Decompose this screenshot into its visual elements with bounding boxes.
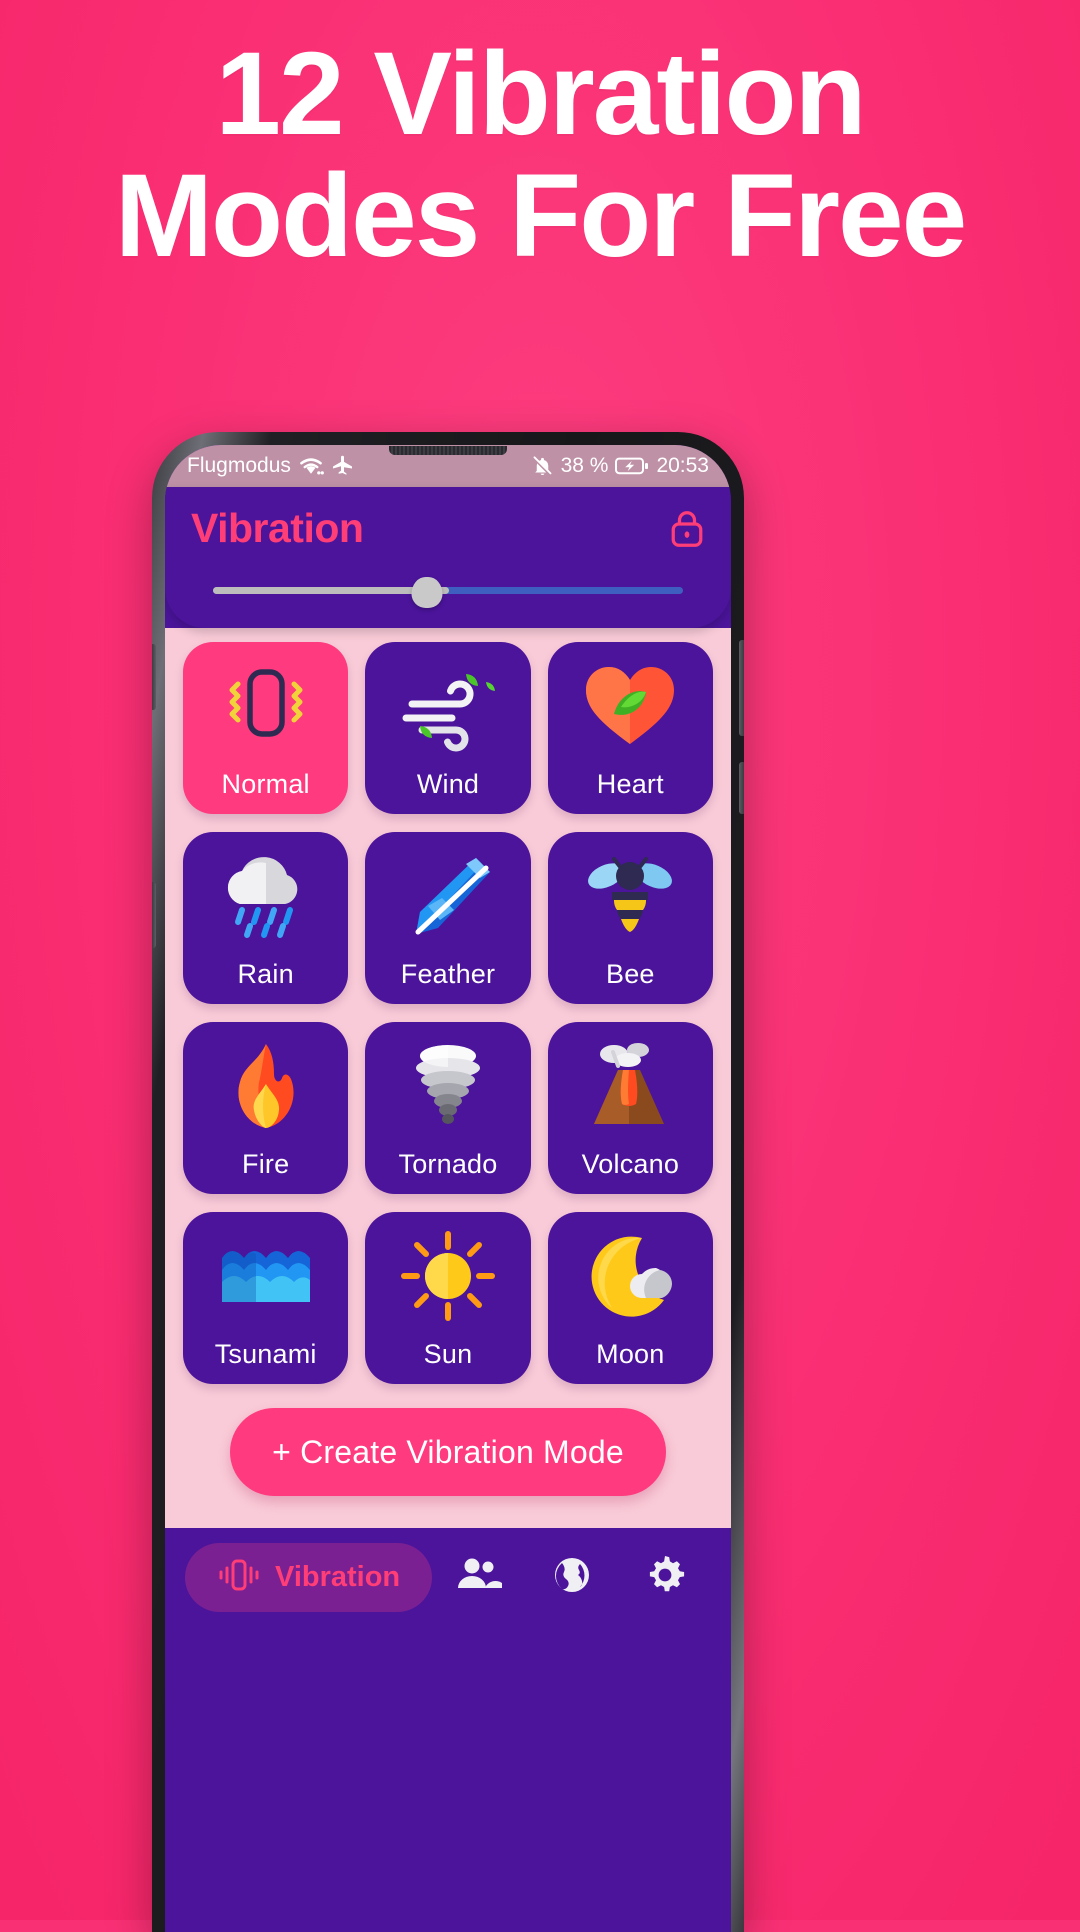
bee-icon xyxy=(548,832,713,959)
battery-charging-icon xyxy=(615,456,649,476)
feather-icon xyxy=(365,832,530,959)
mode-label: Tsunami xyxy=(214,1339,317,1369)
mode-card-fire[interactable]: Fire xyxy=(183,1022,349,1194)
vibration-icon xyxy=(217,1556,261,1599)
earpiece-speaker xyxy=(389,446,507,455)
wind-icon xyxy=(365,642,530,769)
mode-label: Bee xyxy=(605,959,655,989)
nav-item-settings[interactable] xyxy=(620,1545,710,1609)
nav-item-globe[interactable] xyxy=(527,1545,617,1609)
lock-icon[interactable] xyxy=(669,509,705,549)
phone-left-button-bottom xyxy=(152,882,156,948)
battery-percent-label: 38 % xyxy=(560,454,609,477)
tsunami-icon xyxy=(183,1212,348,1339)
phone-volume-button xyxy=(739,640,744,736)
fire-icon xyxy=(183,1022,348,1149)
mode-label: Wind xyxy=(416,769,480,799)
mode-card-bee[interactable]: Bee xyxy=(547,832,713,1004)
mode-label: Sun xyxy=(423,1339,473,1369)
gear-icon xyxy=(643,1553,687,1602)
mode-label: Feather xyxy=(400,959,496,989)
app-header: Vibration xyxy=(165,487,731,628)
phone-vibrate-icon xyxy=(183,642,348,769)
rain-cloud-icon xyxy=(183,832,348,959)
volcano-icon xyxy=(548,1022,713,1149)
tornado-icon xyxy=(365,1022,530,1149)
slider-thumb[interactable] xyxy=(411,577,443,608)
mode-card-tsunami[interactable]: Tsunami xyxy=(183,1212,349,1384)
phone-power-button xyxy=(739,762,744,814)
app-title: Vibration xyxy=(191,505,364,551)
heart-leaf-icon xyxy=(548,642,713,769)
mode-label: Tornado xyxy=(398,1149,498,1179)
intensity-slider[interactable] xyxy=(191,577,705,608)
nav-item-people[interactable] xyxy=(434,1545,524,1609)
mode-card-heart[interactable]: Heart xyxy=(547,642,713,814)
bell-off-icon xyxy=(531,455,554,478)
globe-icon xyxy=(550,1553,594,1602)
mode-card-rain[interactable]: Rain xyxy=(183,832,349,1004)
mode-card-moon[interactable]: Moon xyxy=(547,1212,713,1384)
mode-card-feather[interactable]: Feather xyxy=(365,832,531,1004)
nav-item-label: Vibration xyxy=(275,1560,401,1593)
mode-list: Normal Wind Heart Rain Feather Bee Fire … xyxy=(165,628,731,1528)
mode-label: Rain xyxy=(237,959,294,989)
moon-icon xyxy=(548,1212,713,1339)
mode-card-tornado[interactable]: Tornado xyxy=(365,1022,531,1194)
mode-label: Heart xyxy=(596,769,664,799)
mode-label: Moon xyxy=(596,1339,665,1369)
phone-left-button-top xyxy=(152,644,156,710)
phone-screen: Flugmodus 38 % 20:53 Vibration Normal Wi… xyxy=(165,445,731,1932)
sun-icon xyxy=(365,1212,530,1339)
mode-label: Normal xyxy=(221,769,310,799)
create-vibration-mode-button[interactable]: + Create Vibration Mode xyxy=(230,1408,666,1496)
bottom-navigation: Vibration xyxy=(165,1528,731,1626)
mode-card-sun[interactable]: Sun xyxy=(365,1212,531,1384)
mode-card-wind[interactable]: Wind xyxy=(365,642,531,814)
mode-label: Fire xyxy=(242,1149,290,1179)
mode-label: Volcano xyxy=(581,1149,680,1179)
phone-mockup: Flugmodus 38 % 20:53 Vibration Normal Wi… xyxy=(152,432,744,1932)
airplane-mode-icon xyxy=(331,454,355,478)
mode-grid: Normal Wind Heart Rain Feather Bee Fire … xyxy=(183,642,713,1384)
mode-card-volcano[interactable]: Volcano xyxy=(547,1022,713,1194)
carrier-label: Flugmodus xyxy=(187,454,291,477)
clock-label: 20:53 xyxy=(656,454,709,477)
people-icon xyxy=(455,1555,503,1600)
mode-card-normal[interactable]: Normal xyxy=(183,642,349,814)
wifi-icon xyxy=(298,455,324,477)
page-title: 12 Vibration Modes For Free xyxy=(114,28,968,282)
nav-item-vibration[interactable]: Vibration xyxy=(185,1542,433,1612)
